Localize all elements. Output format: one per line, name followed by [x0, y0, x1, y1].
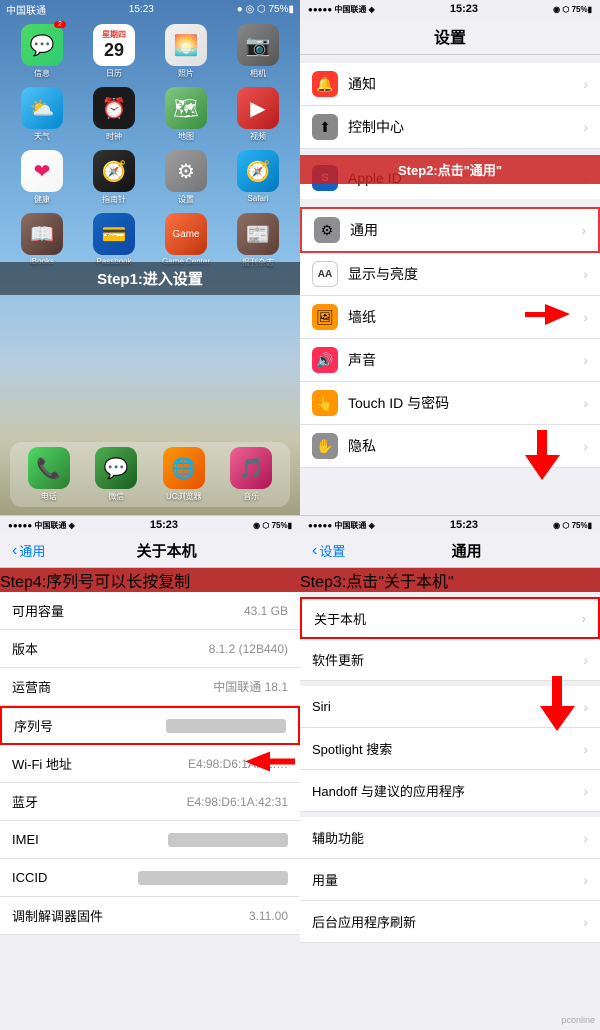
- settings-item-sound[interactable]: 🔊 声音 ›: [300, 339, 600, 382]
- settings-item-touchid[interactable]: 👆 Touch ID 与密码 ›: [300, 382, 600, 425]
- app-gamecenter[interactable]: Game Game Center: [154, 213, 218, 268]
- chevron-icon: ›: [583, 76, 588, 92]
- sound-icon: 🔊: [312, 347, 338, 373]
- step1-label: Step1:进入设置: [0, 262, 300, 295]
- general-icon: ⚙: [314, 217, 340, 243]
- back-button-br[interactable]: ‹ 设置: [312, 541, 345, 560]
- general-item-accessibility[interactable]: 辅助功能 ›: [300, 817, 600, 859]
- down-arrow-br: [540, 676, 575, 736]
- app-maps[interactable]: 🗺 地图: [154, 87, 218, 142]
- info-imei: IMEI: [0, 821, 300, 859]
- carrier-tl: 中国联通: [6, 2, 46, 17]
- page-title-br: 通用: [345, 540, 588, 561]
- carrier-tr: ●●●●● 中国联通 ◈: [308, 4, 375, 15]
- dock-phone[interactable]: 📞 电话: [28, 447, 70, 502]
- settings-screen: Step2:点击"通用" ●●●●● 中国联通 ◈ 15:23 ◉ ⬡ 75%▮…: [300, 0, 600, 515]
- watermark: pconline: [561, 1015, 595, 1025]
- arrow-wifi: [245, 751, 295, 776]
- controlcenter-icon: ⬆: [312, 114, 338, 140]
- home-screen: 中国联通 15:23 ● ◎ ⬡ 75%▮ 💬2 信息 星期四 29 日历 🌅 …: [0, 0, 300, 515]
- info-serial[interactable]: 序列号: [0, 706, 300, 745]
- time-tl: 15:23: [129, 4, 154, 15]
- page-title-bl: 关于本机: [45, 540, 288, 561]
- info-carrier: 运营商 中国联通 18.1: [0, 668, 300, 706]
- about-screen: ●●●●● 中国联通 ◈ 15:23 ◉ ⬡ 75%▮ ‹ 通用 关于本机 St…: [0, 515, 300, 1030]
- general-item-about[interactable]: 关于本机 ›: [300, 597, 600, 639]
- info-version: 版本 8.1.2 (12B440): [0, 630, 300, 668]
- app-safari[interactable]: 🧭 Safari: [226, 150, 290, 205]
- right-icons-tl: ● ◎ ⬡ 75%▮: [237, 4, 294, 15]
- info-iccid: ICCID: [0, 859, 300, 897]
- info-wifi: Wi-Fi 地址 E4:98:D6:1A:42:…: [0, 745, 300, 783]
- general-item-update[interactable]: 软件更新 ›: [300, 639, 600, 681]
- dock: 📞 电话 💬 微信 🌐 UC浏览器 🎵 音乐: [10, 442, 290, 507]
- app-health[interactable]: ❤ 健康: [10, 150, 74, 205]
- general-item-usage[interactable]: 用量 ›: [300, 859, 600, 901]
- chevron-siri: ›: [583, 699, 588, 715]
- display-icon: AA: [312, 261, 338, 287]
- app-passbook[interactable]: 💳 Passbook: [82, 213, 146, 268]
- chevron-icon: ›: [583, 119, 588, 135]
- app-settings[interactable]: ⚙ 设置: [154, 150, 218, 205]
- settings-title: 设置: [300, 18, 600, 55]
- step2-label: Step2:点击"通用": [300, 155, 600, 184]
- app-messages[interactable]: 💬2 信息: [10, 24, 74, 79]
- general-item-background[interactable]: 后台应用程序刷新 ›: [300, 901, 600, 943]
- step4-label: Step4:序列号可以长按复制: [0, 568, 300, 592]
- nav-bar-bl: ‹ 通用 关于本机: [0, 534, 300, 568]
- app-grid: 💬2 信息 星期四 29 日历 🌅 照片 📷 相机 ⛅ 天气: [0, 18, 300, 274]
- settings-item-notification[interactable]: 🔔 通知 ›: [300, 63, 600, 106]
- app-weather[interactable]: ⛅ 天气: [10, 87, 74, 142]
- settings-item-controlcenter[interactable]: ⬆ 控制中心 ›: [300, 106, 600, 149]
- chevron-icon: ›: [583, 266, 588, 282]
- settings-item-wallpaper[interactable]: 🖼 墙纸 ›: [300, 296, 600, 339]
- chevron-handoff: ›: [583, 783, 588, 799]
- status-bar-tr: ●●●●● 中国联通 ◈ 15:23 ◉ ⬡ 75%▮: [300, 0, 600, 18]
- chevron-usage: ›: [583, 872, 588, 888]
- app-clock[interactable]: ⏰ 时钟: [82, 87, 146, 142]
- app-newsstand[interactable]: 📰 报刊杂志: [226, 213, 290, 268]
- chevron-icon: ›: [581, 222, 586, 238]
- status-bar-bl: ●●●●● 中国联通 ◈ 15:23 ◉ ⬡ 75%▮: [0, 516, 300, 534]
- dock-wechat[interactable]: 💬 微信: [95, 447, 137, 502]
- app-camera[interactable]: 📷 相机: [226, 24, 290, 79]
- chevron-icon: ›: [583, 438, 588, 454]
- back-button-bl[interactable]: ‹ 通用: [12, 541, 45, 560]
- general-item-handoff[interactable]: Handoff 与建议的应用程序 ›: [300, 770, 600, 812]
- time-tr: 15:23: [450, 3, 478, 15]
- info-bluetooth: 蓝牙 E4:98:D6:1A:42:31: [0, 783, 300, 821]
- notification-icon: 🔔: [312, 71, 338, 97]
- down-arrow: [525, 430, 560, 485]
- status-bar-tl: 中国联通 15:23 ● ◎ ⬡ 75%▮: [0, 0, 300, 18]
- app-ibooks[interactable]: 📖 iBooks: [10, 213, 74, 268]
- dock-uc[interactable]: 🌐 UC浏览器: [163, 447, 205, 502]
- app-calendar[interactable]: 星期四 29 日历: [82, 24, 146, 79]
- chevron-update: ›: [583, 652, 588, 668]
- info-capacity: 可用容量 43.1 GB: [0, 592, 300, 630]
- privacy-icon: ✋: [312, 433, 338, 459]
- app-video[interactable]: ▶ 视频: [226, 87, 290, 142]
- settings-item-general[interactable]: ⚙ 通用 ›: [300, 207, 600, 253]
- wallpaper-icon: 🖼: [312, 304, 338, 330]
- nav-bar-br: ‹ 设置 通用: [300, 534, 600, 568]
- chevron-icon: ›: [583, 309, 588, 325]
- chevron-icon: ›: [583, 352, 588, 368]
- arrow-indicator: [525, 302, 570, 332]
- chevron-spotlight: ›: [583, 741, 588, 757]
- app-compass[interactable]: 🧭 指南针: [82, 150, 146, 205]
- status-bar-br: ●●●●● 中国联通 ◈ 15:23 ◉ ⬡ 75%▮: [300, 516, 600, 534]
- chevron-icon: ›: [583, 395, 588, 411]
- info-modem: 调制解调器固件 3.11.00: [0, 897, 300, 935]
- app-photos[interactable]: 🌅 照片: [154, 24, 218, 79]
- dock-music[interactable]: 🎵 音乐: [230, 447, 272, 502]
- step3-label: Step3:点击"关于本机": [300, 568, 600, 592]
- general-screen: ●●●●● 中国联通 ◈ 15:23 ◉ ⬡ 75%▮ ‹ 设置 通用 Step…: [300, 515, 600, 1030]
- touchid-icon: 👆: [312, 390, 338, 416]
- chevron-background: ›: [583, 914, 588, 930]
- settings-item-display[interactable]: AA 显示与亮度 ›: [300, 253, 600, 296]
- chevron-about: ›: [581, 610, 586, 626]
- right-tr: ◉ ⬡ 75%▮: [553, 5, 592, 14]
- chevron-accessibility: ›: [583, 830, 588, 846]
